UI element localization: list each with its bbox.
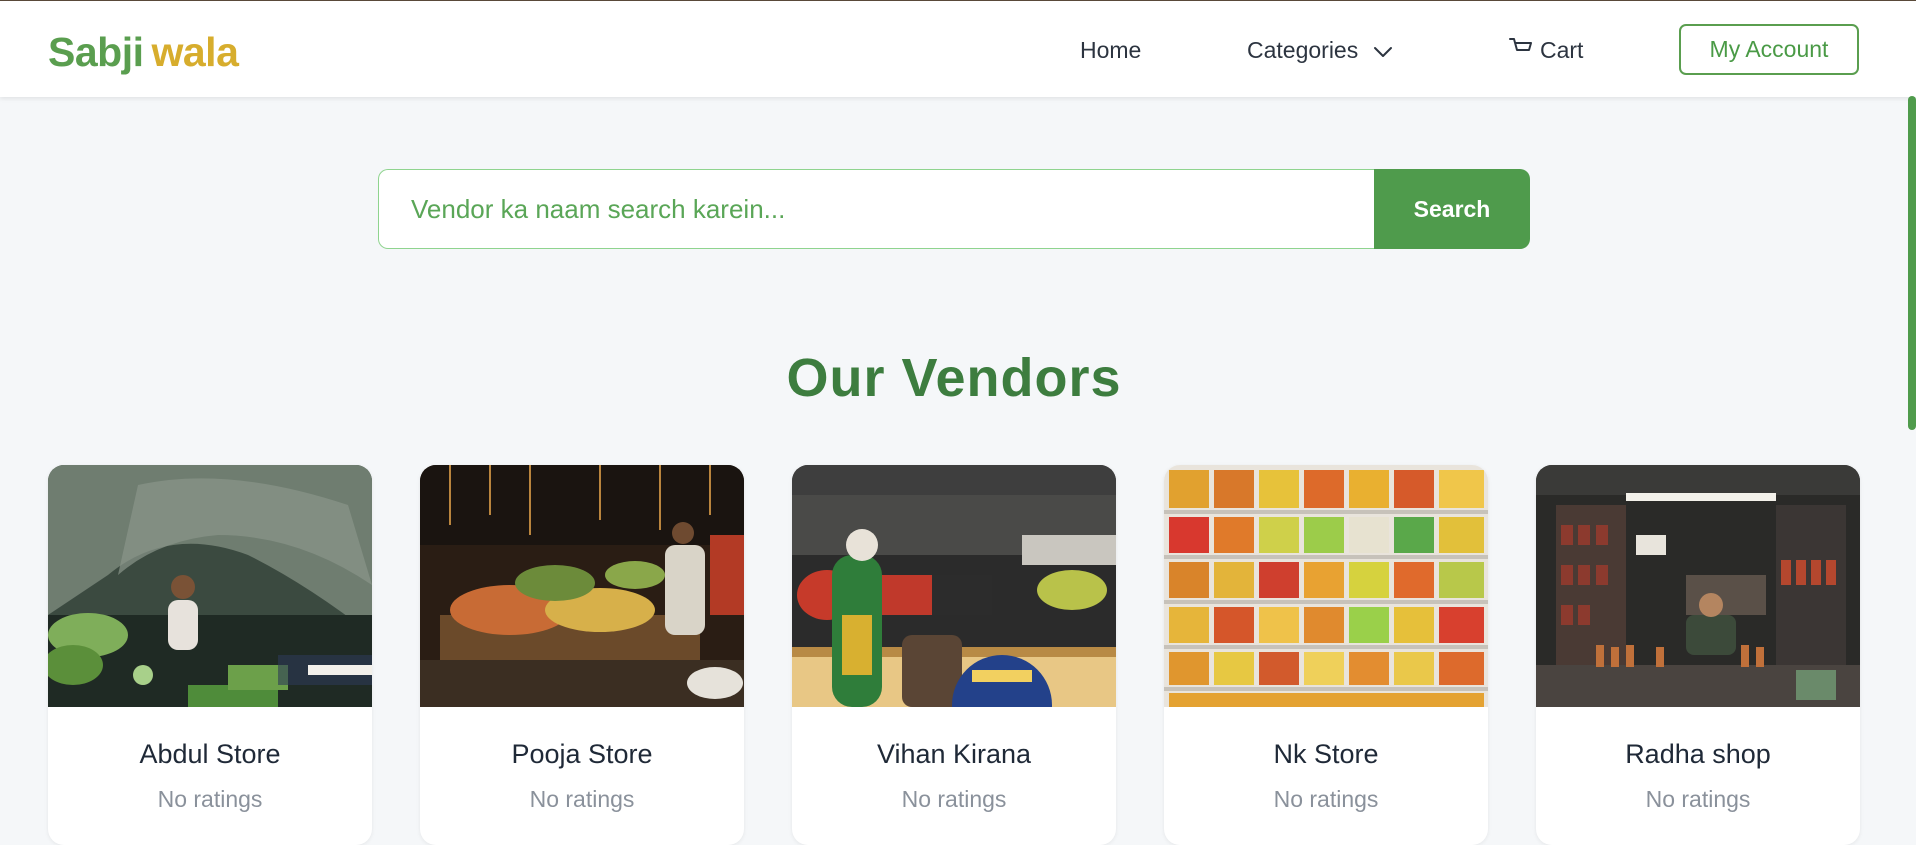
vendor-rating: No ratings <box>157 786 263 812</box>
nav-categories-dropdown[interactable]: Categories <box>1247 35 1393 65</box>
vendor-image <box>1536 465 1860 707</box>
vendor-name: Pooja Store <box>511 739 653 769</box>
section-title-our-vendors: Our Vendors <box>786 348 1122 408</box>
nav-categories-label: Categories <box>1247 37 1359 63</box>
nav-home-link[interactable]: Home <box>1080 35 1141 65</box>
page-scrollbar-thumb[interactable] <box>1908 96 1916 430</box>
logo-text-sabji: Sabji <box>48 29 144 75</box>
vendor-card-radha-shop[interactable]: Radha shop No ratings <box>1536 465 1860 845</box>
vendor-name: Nk Store <box>1273 739 1379 769</box>
search-button[interactable]: Search <box>1374 169 1530 249</box>
vendor-name: Radha shop <box>1625 739 1771 769</box>
site-header: Sabji wala Home Categories Cart My Accoun… <box>0 1 1916 97</box>
vendor-name: Abdul Store <box>139 739 281 769</box>
vendor-card-abdul-store[interactable]: Abdul Store No ratings <box>48 465 372 845</box>
chevron-down-icon <box>1373 35 1393 65</box>
vendor-image <box>1164 465 1488 707</box>
vendor-image <box>420 465 744 707</box>
site-logo[interactable]: Sabji wala <box>48 27 239 77</box>
vendor-search-field[interactable] <box>378 169 1375 249</box>
my-account-button[interactable]: My Account <box>1679 24 1859 75</box>
vendor-image <box>792 465 1116 707</box>
vendor-rating: No ratings <box>901 786 1007 812</box>
nav-home-label: Home <box>1080 37 1142 63</box>
vendor-card-pooja-store[interactable]: Pooja Store No ratings <box>420 465 744 845</box>
cart-icon <box>1508 33 1534 63</box>
nav-cart-label: Cart <box>1540 37 1584 63</box>
vendor-rating: No ratings <box>1273 786 1379 812</box>
vendor-card-nk-store[interactable]: Nk Store No ratings <box>1164 465 1488 845</box>
vendor-image <box>48 465 372 707</box>
vendor-search-input[interactable] <box>409 192 1375 226</box>
vendor-rating: No ratings <box>1645 786 1751 812</box>
logo-text-wala: wala <box>151 29 239 75</box>
vendor-rating: No ratings <box>529 786 635 812</box>
nav-cart-link[interactable]: Cart <box>1508 35 1583 65</box>
vendor-name: Vihan Kirana <box>876 739 1032 769</box>
vendor-card-vihan-kirana[interactable]: Vihan Kirana No ratings <box>792 465 1116 845</box>
